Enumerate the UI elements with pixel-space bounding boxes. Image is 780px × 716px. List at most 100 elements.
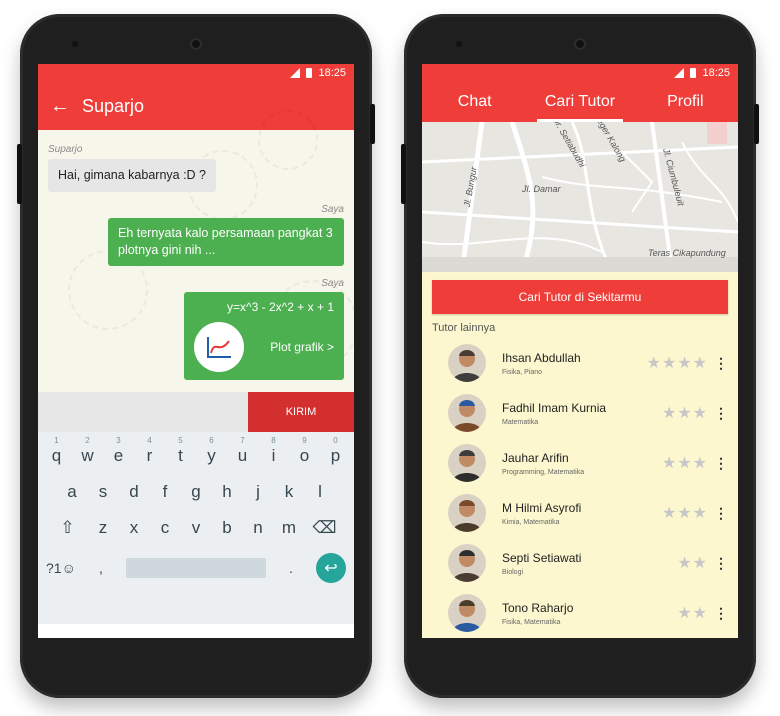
key-d[interactable]: d <box>119 482 150 502</box>
key-hint: 7 <box>240 436 245 445</box>
status-time: 18:25 <box>702 67 730 79</box>
star-rating: ★★★ <box>661 455 708 472</box>
map-view[interactable]: Jl. Dr. Setiabudhi Jl. Damar Jl. Bungur … <box>422 122 738 272</box>
space-key[interactable] <box>125 558 266 578</box>
power-button <box>754 104 759 144</box>
soft-keyboard: q1w2e3r4t5y6u7i8o9p0 asdfghjkl ⇧ z x c v b n m ⌫… <box>38 432 354 624</box>
section-label: Tutor lainnya <box>432 322 496 334</box>
symbols-key[interactable]: ?1☺ <box>46 560 76 576</box>
key-g[interactable]: g <box>181 482 212 502</box>
key-e[interactable]: e3 <box>103 436 134 466</box>
tab-profil[interactable]: Profil <box>633 82 738 122</box>
key-hint: 2 <box>85 436 90 445</box>
key-n[interactable]: n <box>243 518 274 538</box>
key-c[interactable]: c <box>150 518 181 538</box>
tutor-item[interactable]: Jauhar Arifin Programming, Matematika ★★★ ⋮ <box>432 438 728 488</box>
phone-chat: 18:25 ← Suparjo Suparjo Hai, gimana kaba… <box>17 14 375 698</box>
key-p[interactable]: p0 <box>320 436 351 466</box>
key-f[interactable]: f <box>150 482 181 502</box>
tutor-item[interactable]: Tono Raharjo Fisika, Matematika ★★ ⋮ <box>432 588 728 638</box>
key-l[interactable]: l <box>305 482 336 502</box>
key-y[interactable]: y6 <box>196 436 227 466</box>
volume-button <box>401 144 406 204</box>
key-r[interactable]: r4 <box>134 436 165 466</box>
key-w[interactable]: w2 <box>72 436 103 466</box>
star-rating: ★★★★ <box>646 355 708 372</box>
tutor-name: Jauhar Arifin <box>502 450 569 465</box>
key-t[interactable]: t5 <box>165 436 196 466</box>
showcase: 18:25 ← Suparjo Suparjo Hai, gimana kaba… <box>0 0 780 716</box>
tutor-item[interactable]: Fadhil Imam Kurnia Matematika ★★★ ⋮ <box>432 388 728 438</box>
sensor <box>72 41 78 47</box>
more-vert-icon[interactable]: ⋮ <box>714 355 728 372</box>
tab-chat[interactable]: Chat <box>422 82 527 122</box>
more-vert-icon[interactable]: ⋮ <box>714 405 728 422</box>
message-input[interactable] <box>38 392 248 432</box>
key-a[interactable]: a <box>57 482 88 502</box>
key-hint: 1 <box>54 436 59 445</box>
key-hint: 8 <box>271 436 276 445</box>
key-j[interactable]: j <box>243 482 274 502</box>
key-b[interactable]: b <box>212 518 243 538</box>
plot-graph-link[interactable]: Plot grafik > <box>270 340 334 354</box>
tutor-item[interactable]: M Hilmi Asyrofi Kimia, Matematika ★★★ ⋮ <box>432 488 728 538</box>
avatar <box>448 344 486 382</box>
chart-line-icon <box>194 321 244 372</box>
key-o[interactable]: o9 <box>289 436 320 466</box>
tutor-screen: 18:25 Chat Cari Tutor Profil Jl. Dr. Set… <box>422 64 738 638</box>
key-q[interactable]: q1 <box>41 436 72 466</box>
tutor-subjects: Biologi <box>502 568 524 576</box>
signal-icon <box>674 68 685 78</box>
avatar <box>448 444 486 482</box>
avatar <box>448 544 486 582</box>
star-rating: ★★★ <box>661 505 708 522</box>
status-bar: 18:25 <box>422 64 738 82</box>
avatar <box>448 394 486 432</box>
tutor-item[interactable]: Septi Setiawati Biologi ★★ ⋮ <box>432 538 728 588</box>
message-bubble-outgoing: Eh ternyata kalo persamaan pangkat 3 plo… <box>108 217 344 266</box>
key-hint: 4 <box>147 436 152 445</box>
tutor-subjects: Matematika <box>502 418 539 426</box>
key-u[interactable]: u7 <box>227 436 258 466</box>
more-vert-icon[interactable]: ⋮ <box>714 555 728 572</box>
key-z[interactable]: z <box>88 518 119 538</box>
signal-icon <box>290 68 301 78</box>
tutor-subjects: Fisika, Piano <box>502 368 543 376</box>
more-vert-icon[interactable]: ⋮ <box>714 455 728 472</box>
period-key[interactable]: . <box>289 560 293 576</box>
star-rating: ★★ <box>677 605 708 622</box>
tab-bar: Chat Cari Tutor Profil <box>422 82 738 122</box>
backspace-icon[interactable]: ⌫ <box>305 518 345 538</box>
tab-cari-tutor[interactable]: Cari Tutor <box>527 82 632 122</box>
power-button <box>370 104 375 144</box>
key-x[interactable]: x <box>119 518 150 538</box>
tutor-list: Ihsan Abdullah Fisika, Piano ★★★★ ⋮ Fadhil I… <box>432 338 728 638</box>
key-i[interactable]: i8 <box>258 436 289 466</box>
comma-key[interactable]: , <box>99 560 103 576</box>
shift-icon[interactable]: ⇧ <box>48 518 88 538</box>
key-m[interactable]: m <box>274 518 305 538</box>
more-vert-icon[interactable]: ⋮ <box>714 505 728 522</box>
chat-messages[interactable]: Suparjo Hai, gimana kabarnya :D ? Saya E… <box>38 110 354 392</box>
arrow-left-icon[interactable]: ← <box>50 95 82 118</box>
key-h[interactable]: h <box>212 482 243 502</box>
send-button[interactable]: KIRIM <box>248 392 354 432</box>
battery-icon <box>306 68 313 78</box>
find-tutor-button[interactable]: Cari Tutor di Sekitarmu <box>432 280 728 314</box>
tutor-subjects: Kimia, Matematika <box>502 518 560 526</box>
enter-icon[interactable]: ↩ <box>315 553 346 583</box>
plot-message-card[interactable]: y=x^3 - 2x^2 + x + 1 Plot grafik > <box>184 291 344 380</box>
map-label: Teras Cikapundung <box>648 248 726 258</box>
tutor-name: Tono Raharjo <box>502 600 574 615</box>
more-vert-icon[interactable]: ⋮ <box>714 605 728 622</box>
map-label: Jl. Damar <box>522 184 561 194</box>
key-s[interactable]: s <box>88 482 119 502</box>
tutor-name: Fadhil Imam Kurnia <box>502 400 607 415</box>
chat-screen: 18:25 ← Suparjo Suparjo Hai, gimana kaba… <box>38 64 354 638</box>
tutor-item[interactable]: Ihsan Abdullah Fisika, Piano ★★★★ ⋮ <box>432 338 728 388</box>
key-v[interactable]: v <box>181 518 212 538</box>
battery-icon <box>690 68 697 78</box>
avatar <box>448 494 486 532</box>
key-k[interactable]: k <box>274 482 305 502</box>
contact-name: Suparjo <box>82 95 145 116</box>
